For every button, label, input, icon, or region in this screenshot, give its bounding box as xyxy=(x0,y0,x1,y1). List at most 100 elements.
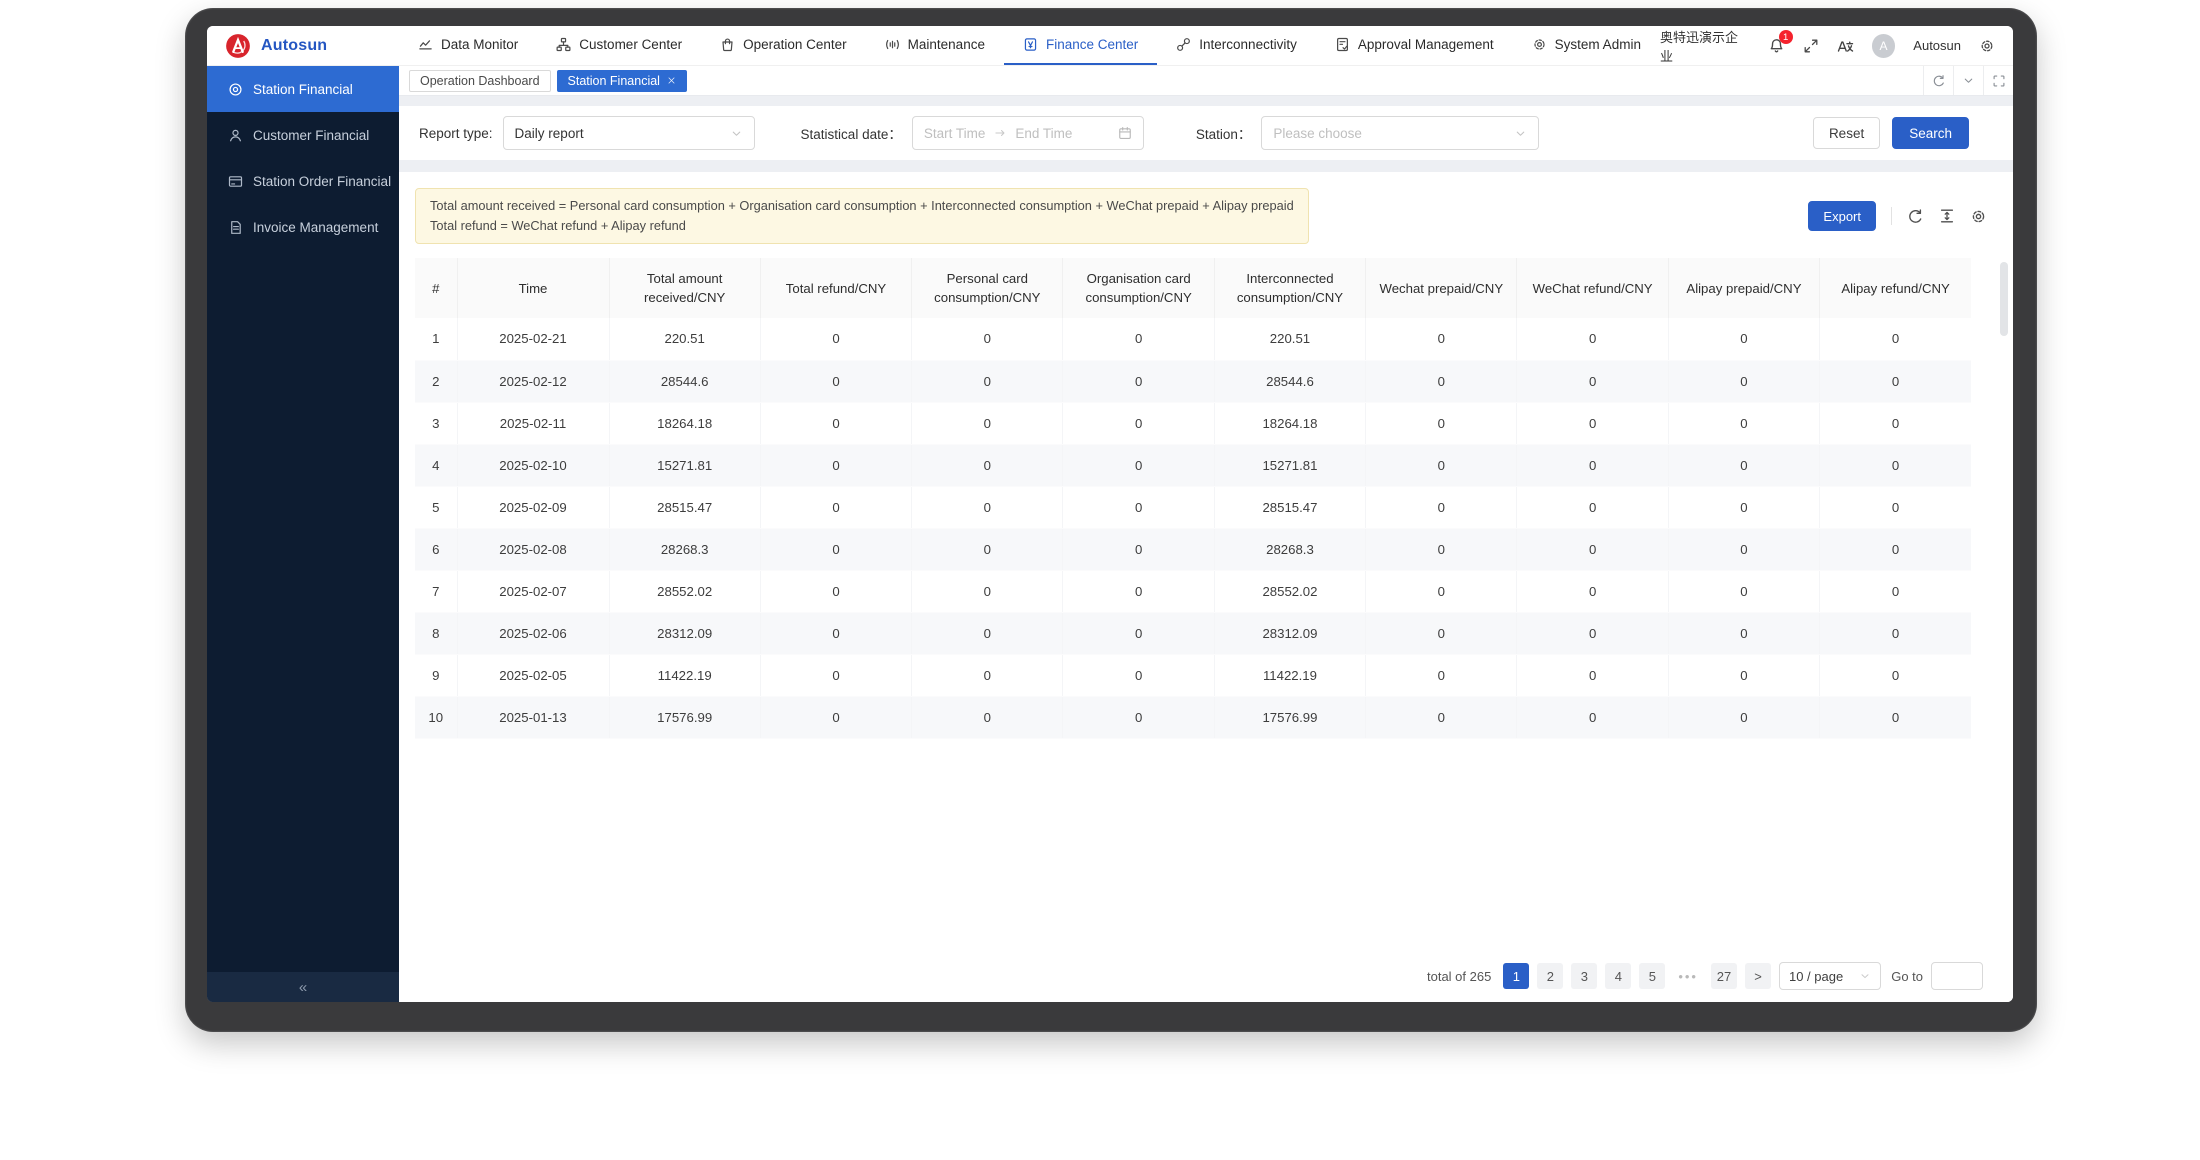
sidebar-item-station-order-financial[interactable]: Station Order Financial xyxy=(207,158,399,204)
nav-item-customer-center[interactable]: Customer Center xyxy=(537,26,701,65)
table-cell: 0 xyxy=(1668,528,1819,570)
table-cell: 0 xyxy=(1668,360,1819,402)
table-cell: 2025-02-07 xyxy=(457,570,609,612)
table-cell: 0 xyxy=(1366,612,1517,654)
tab-label: Operation Dashboard xyxy=(420,74,540,88)
table-cell: 0 xyxy=(1668,402,1819,444)
table-cell: 15271.81 xyxy=(609,444,760,486)
table-cell: 0 xyxy=(760,360,911,402)
nav-item-data-monitor[interactable]: Data Monitor xyxy=(399,26,537,65)
close-icon[interactable] xyxy=(667,76,676,85)
bag-icon xyxy=(720,37,735,52)
sidebar-item-station-financial[interactable]: Station Financial xyxy=(207,66,399,112)
tab-station-financial[interactable]: Station Financial xyxy=(557,70,687,92)
signal-icon xyxy=(885,37,900,52)
brand: Autosun xyxy=(207,26,399,65)
formula-notice-banner: Total amount received = Personal card co… xyxy=(415,188,1309,244)
table-cell: 9 xyxy=(415,654,457,696)
toolbar-divider xyxy=(1891,207,1892,225)
table-cell: 0 xyxy=(1063,318,1214,360)
filter-panel: Report type: Daily report Statistical da… xyxy=(399,106,2013,160)
table-cell: 0 xyxy=(1820,654,1971,696)
nav-item-operation-center[interactable]: Operation Center xyxy=(701,26,866,65)
page-button-2[interactable]: 2 xyxy=(1537,963,1563,989)
table-cell: 0 xyxy=(1668,318,1819,360)
vertical-scrollbar-thumb[interactable] xyxy=(2000,262,2008,336)
refresh-tab-icon[interactable] xyxy=(1923,66,1953,95)
goto-label: Go to xyxy=(1891,969,1923,984)
table-cell: 0 xyxy=(1820,696,1971,738)
nav-item-finance-center[interactable]: Finance Center xyxy=(1004,26,1157,65)
nav-item-interconnectivity[interactable]: Interconnectivity xyxy=(1157,26,1316,65)
table-cell: 0 xyxy=(1517,486,1668,528)
maximize-pane-icon[interactable] xyxy=(1983,66,2013,95)
panel-head: Total amount received = Personal card co… xyxy=(415,188,1997,244)
table-cell: 0 xyxy=(760,402,911,444)
page-button-27[interactable]: 27 xyxy=(1711,963,1737,989)
nav-item-label: System Admin xyxy=(1555,37,1641,52)
table-cell: 0 xyxy=(1063,486,1214,528)
fullscreen-icon[interactable] xyxy=(1803,38,1819,54)
column-header: WeChat refund/CNY xyxy=(1517,258,1668,318)
financial-report-table: #TimeTotal amount received/CNYTotal refu… xyxy=(415,258,1971,739)
sidebar-item-invoice-management[interactable]: Invoice Management xyxy=(207,204,399,250)
table-cell: 0 xyxy=(760,486,911,528)
station-label: Station： xyxy=(1196,123,1252,143)
top-nav: Data Monitor Customer Center Operation C… xyxy=(399,26,1660,65)
row-density-icon[interactable] xyxy=(1939,208,1955,224)
report-type-select[interactable]: Daily report xyxy=(503,116,755,150)
table-cell: 0 xyxy=(1668,696,1819,738)
translate-icon[interactable] xyxy=(1837,37,1854,54)
table-cell: 0 xyxy=(912,318,1063,360)
table-cell: 0 xyxy=(760,654,911,696)
table-cell: 0 xyxy=(760,444,911,486)
sidebar-item-label: Customer Financial xyxy=(253,128,369,143)
pagination-total: total of 265 xyxy=(1427,969,1491,984)
next-page-button[interactable]: > xyxy=(1745,963,1771,989)
notifications-bell-icon[interactable]: 1 xyxy=(1768,37,1785,54)
table-row: 12025-02-21220.51000220.510000 xyxy=(415,318,1971,360)
table-cell: 28515.47 xyxy=(609,486,760,528)
sitemap-icon xyxy=(556,37,571,52)
page-button-4[interactable]: 4 xyxy=(1605,963,1631,989)
column-header: # xyxy=(415,258,457,318)
avatar[interactable]: A xyxy=(1872,34,1896,58)
reload-table-icon[interactable] xyxy=(1907,208,1924,225)
user-name: Autosun xyxy=(1913,38,1961,53)
table-cell: 2 xyxy=(415,360,457,402)
page-button-1[interactable]: 1 xyxy=(1503,963,1529,989)
nav-item-system-admin[interactable]: System Admin xyxy=(1513,26,1660,65)
table-cell: 28552.02 xyxy=(609,570,760,612)
nav-item-approval-management[interactable]: Approval Management xyxy=(1316,26,1513,65)
tab-options-chevron-icon[interactable] xyxy=(1953,66,1983,95)
reset-button[interactable]: Reset xyxy=(1813,117,1880,149)
settings-gear-icon[interactable] xyxy=(1979,38,1995,54)
sidebar-item-customer-financial[interactable]: Customer Financial xyxy=(207,112,399,158)
table-cell: 0 xyxy=(1668,570,1819,612)
nav-item-label: Customer Center xyxy=(579,37,682,52)
chevron-down-icon xyxy=(1859,970,1871,982)
target-icon xyxy=(228,82,243,97)
tab-operation-dashboard[interactable]: Operation Dashboard xyxy=(409,70,551,92)
nav-item-maintenance[interactable]: Maintenance xyxy=(866,26,1004,65)
table-cell: 0 xyxy=(1820,318,1971,360)
date-range-picker[interactable]: Start Time End Time xyxy=(912,116,1144,150)
column-header: Total amount received/CNY xyxy=(609,258,760,318)
page-button-5[interactable]: 5 xyxy=(1639,963,1665,989)
tab-bar: Operation Dashboard Station Financial xyxy=(399,66,2013,96)
table-cell: 0 xyxy=(912,486,1063,528)
nav-item-label: Finance Center xyxy=(1046,37,1138,52)
table-row: 102025-01-1317576.9900017576.990000 xyxy=(415,696,1971,738)
table-cell: 0 xyxy=(912,570,1063,612)
goto-page-input[interactable] xyxy=(1931,962,1983,990)
sidebar-collapse-button[interactable]: « xyxy=(207,972,399,1002)
page-button-3[interactable]: 3 xyxy=(1571,963,1597,989)
table-cell: 0 xyxy=(1517,654,1668,696)
page-size-select[interactable]: 10 / page xyxy=(1779,962,1881,990)
export-button[interactable]: Export xyxy=(1808,201,1876,231)
station-select[interactable]: Please choose xyxy=(1261,116,1539,150)
table-cell: 6 xyxy=(415,528,457,570)
table-cell: 0 xyxy=(1517,696,1668,738)
column-settings-gear-icon[interactable] xyxy=(1970,208,1987,225)
search-button[interactable]: Search xyxy=(1892,117,1969,149)
